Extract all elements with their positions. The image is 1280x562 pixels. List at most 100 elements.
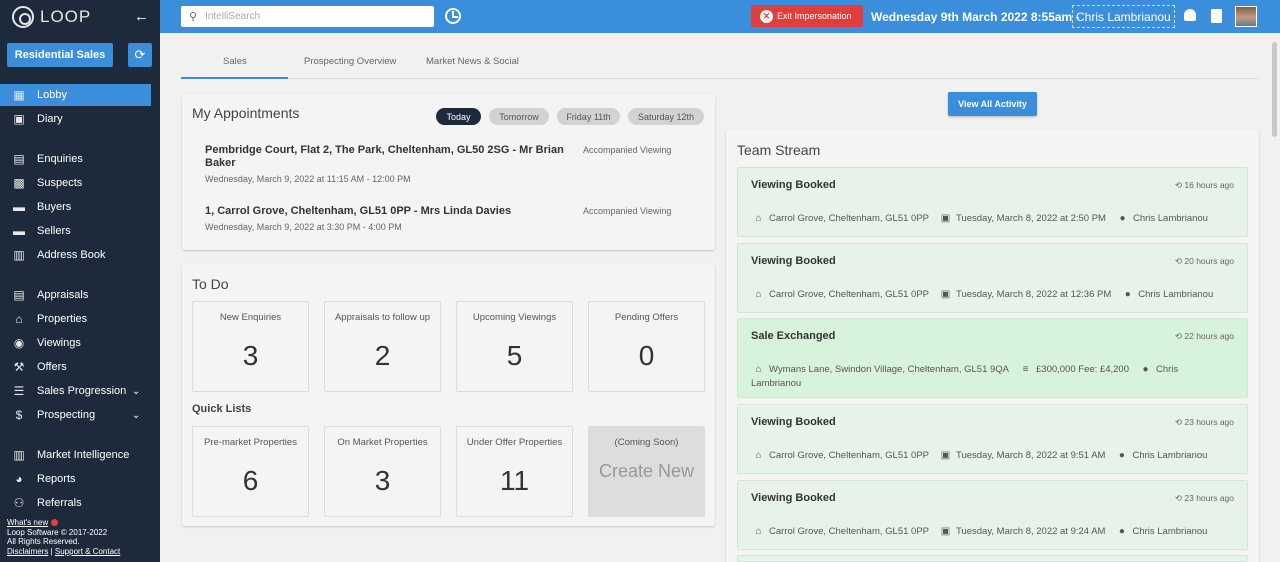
sidebar-item-referrals[interactable]: ⚇ Referrals [0, 492, 151, 514]
stream-item[interactable] [737, 555, 1248, 562]
sidebar-item-suspects[interactable]: ▩ Suspects [0, 172, 151, 194]
sidebar-item-sales-progression[interactable]: ☰ Sales Progression ⌄ [0, 380, 151, 402]
home-icon: ⌂ [755, 526, 762, 537]
appointment-address[interactable]: Pembridge Court, Flat 2, The Park, Chelt… [205, 144, 565, 170]
stream-item[interactable]: Sale Exchanged ⟲ 22 hours ago ⌂ Wymans La… [737, 318, 1248, 398]
history-icon: ⟲ [1174, 331, 1182, 341]
clipboard-icon[interactable] [1211, 9, 1222, 23]
team-stream-title: Team Stream [737, 142, 821, 158]
sidebar-item-address-book[interactable]: ▥ Address Book [0, 244, 151, 266]
history-icon: ⟲ [1174, 180, 1182, 190]
home-icon: ⌂ [755, 213, 762, 224]
tile-under-offer-properties[interactable]: Under Offer Properties 11 [456, 426, 573, 517]
sidebar-item-buyers[interactable]: ▬ Buyers [0, 196, 151, 218]
person-icon: ● [1124, 289, 1131, 300]
logo[interactable]: LOOP [12, 6, 91, 28]
filter-saturday[interactable]: Saturday 12th [628, 108, 704, 125]
buyers-icon: ▬ [13, 200, 25, 214]
history-icon: ⟲ [1174, 256, 1182, 266]
chart-icon: ▥ [13, 448, 25, 462]
sidebar-item-offers[interactable]: ⚒ Offers [0, 356, 151, 378]
appointment-time: Wednesday, March 9, 2022 at 11:15 AM - 1… [205, 174, 411, 184]
appointments-title: My Appointments [192, 105, 300, 121]
tab-sales[interactable]: Sales [223, 56, 247, 67]
collapse-sidebar-icon[interactable]: ← [134, 8, 149, 25]
search-icon: ⚲ [189, 11, 198, 23]
tile-pending-offers[interactable]: Pending Offers 0 [588, 301, 705, 392]
current-user[interactable]: Chris Lambrianou [1072, 5, 1175, 28]
whats-new-link[interactable]: What's new [7, 518, 48, 527]
calendar-icon: ▣ [940, 450, 951, 461]
dollar-icon: $ [15, 408, 23, 422]
notification-dot [51, 519, 59, 527]
eye-icon: ◉ [13, 336, 25, 350]
sidebar-item-appraisals[interactable]: ▤ Appraisals [0, 284, 151, 306]
scrollbar-thumb[interactable] [1272, 42, 1277, 137]
filter-friday[interactable]: Friday 11th [557, 108, 620, 125]
appointment-time: Wednesday, March 9, 2022 at 3:30 PM - 4:… [205, 222, 402, 232]
book-icon: ▥ [13, 248, 25, 262]
active-tab-indicator [181, 77, 288, 79]
history-icon: ⟲ [1174, 493, 1182, 503]
sidebar-item-properties[interactable]: ⌂ Properties [0, 308, 151, 330]
disclaimers-link[interactable]: Disclaimers [7, 547, 48, 556]
sidebar-item-enquiries[interactable]: ▤ Enquiries [0, 148, 151, 170]
branch-button[interactable]: Residential Sales [7, 43, 113, 67]
progression-icon: ☰ [13, 384, 25, 398]
support-link[interactable]: Support & Contact [55, 547, 120, 556]
tile-pre-market-properties[interactable]: Pre-market Properties 6 [192, 426, 309, 517]
sellers-icon: ▬ [13, 224, 25, 238]
person-icon: ● [1118, 526, 1125, 537]
stream-item[interactable]: Viewing Booked ⟲ 23 hours ago ⌂ Carrol Gr… [737, 480, 1248, 550]
sync-icon[interactable]: ⟳ [128, 43, 152, 67]
gavel-icon: ⚒ [13, 360, 25, 374]
calendar-icon: ▣ [940, 526, 951, 537]
view-all-activity-button[interactable]: View All Activity [948, 92, 1037, 116]
bell-icon[interactable] [1184, 9, 1196, 21]
rights: All Rights Reserved. [7, 537, 80, 546]
app-name: LOOP [40, 7, 92, 26]
home-icon: ⌂ [755, 289, 762, 300]
chevron-down-icon: ⌄ [132, 385, 141, 397]
tile-appraisals-follow-up[interactable]: Appraisals to follow up 2 [324, 301, 441, 392]
sidebar-item-market-intelligence[interactable]: ▥ Market Intelligence [0, 444, 151, 466]
enquiries-icon: ▤ [13, 152, 25, 166]
tab-divider [181, 78, 1259, 79]
sidebar-item-lobby[interactable]: ▦ Lobby [0, 84, 151, 106]
dashboard-icon: ▦ [13, 88, 25, 102]
chevron-down-icon: ⌄ [132, 409, 141, 421]
todo-title: To Do [192, 276, 229, 292]
top-bar: ⚲ IntelliSearch ✕ Exit Impersonation Wed… [160, 0, 1280, 33]
stream-item[interactable]: Viewing Booked ⟲ 23 hours ago ⌂ Carrol Gr… [737, 404, 1248, 474]
person-icon: ● [1142, 364, 1149, 375]
filter-today[interactable]: Today [436, 108, 481, 125]
tab-market-news-social[interactable]: Market News & Social [426, 56, 519, 67]
stream-item[interactable]: Viewing Booked ⟲ 16 hours ago ⌂ Carrol Gr… [737, 167, 1248, 237]
home-icon: ⌂ [755, 364, 762, 375]
tile-upcoming-viewings[interactable]: Upcoming Viewings 5 [456, 301, 573, 392]
search-placeholder: IntelliSearch [205, 11, 261, 22]
exit-impersonation-button[interactable]: ✕ Exit Impersonation [751, 5, 863, 27]
appointment-address[interactable]: 1, Carrol Grove, Cheltenham, GL51 0PP - … [205, 205, 565, 218]
search-input[interactable]: ⚲ IntelliSearch [181, 6, 434, 27]
filter-tomorrow[interactable]: Tomorrow [489, 108, 549, 125]
tile-on-market-properties[interactable]: On Market Properties 3 [324, 426, 441, 517]
close-icon: ✕ [760, 9, 773, 23]
avatar[interactable] [1235, 6, 1257, 27]
tab-prospecting-overview[interactable]: Prospecting Overview [304, 56, 396, 67]
sidebar-item-sellers[interactable]: ▬ Sellers [0, 220, 151, 242]
sidebar-item-diary[interactable]: ▣ Diary [0, 108, 151, 130]
copyright: Loop Software © 2017-2022 [7, 527, 108, 537]
calendar-icon: ▣ [940, 213, 951, 224]
history-icon[interactable] [445, 8, 461, 24]
quick-lists-title: Quick Lists [192, 403, 252, 415]
calendar-icon: ▣ [940, 289, 951, 300]
sidebar-item-prospecting[interactable]: $ Prospecting ⌄ [0, 404, 151, 426]
tile-new-enquiries[interactable]: New Enquiries 3 [192, 301, 309, 392]
appointment-type: Accompanied Viewing [583, 206, 672, 216]
sidebar-item-viewings[interactable]: ◉ Viewings [0, 332, 151, 354]
suspects-icon: ▩ [13, 176, 25, 190]
sidebar-item-reports[interactable]: ◕ Reports [0, 468, 151, 490]
clipboard-icon: ▤ [13, 288, 25, 302]
stream-item[interactable]: Viewing Booked ⟲ 20 hours ago ⌂ Carrol Gr… [737, 243, 1248, 313]
